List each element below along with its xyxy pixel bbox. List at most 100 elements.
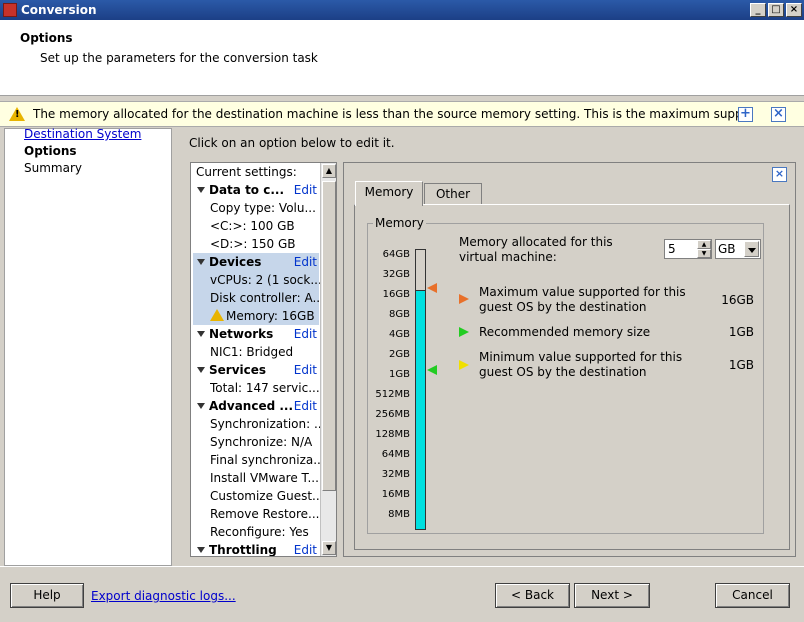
memory-bar-fill xyxy=(416,290,425,529)
warning-icon: ! xyxy=(9,107,25,121)
memory-amount-stepper[interactable]: 5 ▲ ▼ xyxy=(664,239,712,259)
close-panel-icon[interactable]: × xyxy=(772,167,787,182)
collapse-icon[interactable] xyxy=(197,187,205,193)
scale-label: 8MB xyxy=(388,509,410,520)
collapse-icon[interactable] xyxy=(197,547,205,553)
recommended-value: 1GB xyxy=(728,325,754,339)
expand-icon[interactable]: + xyxy=(738,106,753,122)
group-title: Memory xyxy=(373,216,426,230)
list-item: NIC1: Bridged xyxy=(210,345,294,359)
nav-item-summary[interactable]: Summary xyxy=(24,161,82,175)
list-item: Copy type: Volu... xyxy=(210,201,316,215)
warning-banner: ! The memory allocated for the destinati… xyxy=(0,101,804,127)
recommended-legend-icon xyxy=(459,327,469,337)
scale-label: 64GB xyxy=(382,249,410,260)
collapse-icon[interactable] xyxy=(197,403,205,409)
list-item: Final synchroniza... xyxy=(210,453,325,467)
instruction-text: Click on an option below to edit it. xyxy=(189,136,395,150)
min-label-line2: guest OS by the destination xyxy=(479,365,647,379)
section-data-to-copy[interactable]: Data to c... Edit xyxy=(191,181,321,199)
list-item: Disk controller: A... xyxy=(210,291,324,305)
list-item: vCPUs: 2 (1 sock... xyxy=(210,273,322,287)
scale-label: 128MB xyxy=(375,429,410,440)
memory-panel: × Memory Other Memory 64GB 32GB 16GB 8GB… xyxy=(343,162,796,557)
max-legend-icon xyxy=(459,294,469,304)
cancel-button[interactable]: Cancel xyxy=(715,583,790,608)
dismiss-icon[interactable]: × xyxy=(771,106,786,122)
page-subtitle: Set up the parameters for the conversion… xyxy=(40,51,318,65)
scroll-down-icon[interactable]: ▼ xyxy=(322,541,336,555)
settings-list: Current settings: Data to c... Edit Copy … xyxy=(190,162,337,557)
tab-memory[interactable]: Memory xyxy=(355,181,423,206)
edit-link[interactable]: Edit xyxy=(294,181,317,199)
list-item: Memory: 16GB xyxy=(210,307,336,325)
scale-label: 16MB xyxy=(381,489,410,500)
edit-link[interactable]: Edit xyxy=(294,361,317,379)
nav-item-options[interactable]: Options xyxy=(24,144,77,158)
list-item: Install VMware T... xyxy=(210,471,319,485)
memory-unit-select[interactable]: GB xyxy=(715,239,761,259)
scale-label: 32MB xyxy=(381,469,410,480)
list-item: Reconfigure: Yes xyxy=(210,525,309,539)
chevron-down-icon[interactable] xyxy=(744,241,759,257)
section-networks[interactable]: Networks Edit xyxy=(191,325,321,343)
list-item: Synchronization: ... xyxy=(210,417,326,431)
max-label-line2: guest OS by the destination xyxy=(479,300,647,314)
nav-item-destination-system[interactable]: Destination System xyxy=(24,127,141,141)
bar-divider xyxy=(416,290,425,291)
collapse-icon[interactable] xyxy=(197,259,205,265)
scale-label: 256MB xyxy=(375,409,410,420)
collapse-icon[interactable] xyxy=(197,367,205,373)
section-devices[interactable]: Devices Edit xyxy=(191,253,321,271)
page-header: Options Set up the parameters for the co… xyxy=(0,20,804,96)
minimize-button[interactable]: _ xyxy=(750,3,766,17)
scroll-thumb[interactable] xyxy=(322,181,336,491)
warning-text: The memory allocated for the destination… xyxy=(33,107,738,121)
section-advanced[interactable]: Advanced ... Edit xyxy=(191,397,321,415)
maximize-button[interactable]: □ xyxy=(768,3,784,17)
list-item: <D:>: 150 GB xyxy=(210,237,296,251)
section-throttling[interactable]: Throttling Edit xyxy=(191,541,321,556)
min-label: Minimum value supported for this xyxy=(479,350,683,364)
list-item: Total: 147 servic... xyxy=(210,381,320,395)
list-item: <C:>: 100 GB xyxy=(210,219,295,233)
max-marker-icon xyxy=(427,283,437,293)
edit-link[interactable]: Edit xyxy=(294,541,317,556)
collapse-icon[interactable] xyxy=(197,331,205,337)
edit-link[interactable]: Edit xyxy=(294,397,317,415)
increment-icon[interactable]: ▲ xyxy=(697,240,711,249)
allocated-label-line2: virtual machine: xyxy=(459,250,557,264)
max-value: 16GB xyxy=(721,293,754,307)
scale-label: 32GB xyxy=(382,269,410,280)
recommended-marker-icon xyxy=(427,365,437,375)
min-value: 1GB xyxy=(728,358,754,372)
scale-label: 64MB xyxy=(381,449,410,460)
title-bar: Conversion _ □ × xyxy=(0,0,804,20)
scale-label: 2GB xyxy=(389,349,410,360)
section-services[interactable]: Services Edit xyxy=(191,361,321,379)
current-settings-label: Current settings: xyxy=(196,165,297,179)
edit-link[interactable]: Edit xyxy=(294,325,317,343)
warning-icon xyxy=(210,309,224,321)
tab-content: Memory 64GB 32GB 16GB 8GB 4GB 2GB 1GB 51… xyxy=(354,204,790,550)
scale-label: 16GB xyxy=(382,289,410,300)
list-item: Customize Guest... xyxy=(210,489,324,503)
app-icon xyxy=(3,3,17,17)
back-button[interactable]: < Back xyxy=(495,583,570,608)
next-button[interactable]: Next > xyxy=(574,583,650,608)
export-logs-link[interactable]: Export diagnostic logs... xyxy=(91,589,236,603)
scale-label: 512MB xyxy=(375,389,410,400)
scale-label: 4GB xyxy=(389,329,410,340)
scale-label: 1GB xyxy=(389,369,410,380)
scroll-up-icon[interactable]: ▲ xyxy=(322,164,336,178)
max-label: Maximum value supported for this xyxy=(479,285,686,299)
close-window-button[interactable]: × xyxy=(786,3,802,17)
memory-scale-bar[interactable] xyxy=(415,249,426,530)
settings-scrollbar[interactable]: ▲ ▼ xyxy=(320,163,336,556)
edit-link[interactable]: Edit xyxy=(294,253,317,271)
tab-other[interactable]: Other xyxy=(424,183,482,205)
window-title: Conversion xyxy=(21,3,97,17)
decrement-icon[interactable]: ▼ xyxy=(697,249,711,258)
memory-amount-value[interactable]: 5 xyxy=(668,242,676,256)
help-button[interactable]: Help xyxy=(10,583,84,608)
